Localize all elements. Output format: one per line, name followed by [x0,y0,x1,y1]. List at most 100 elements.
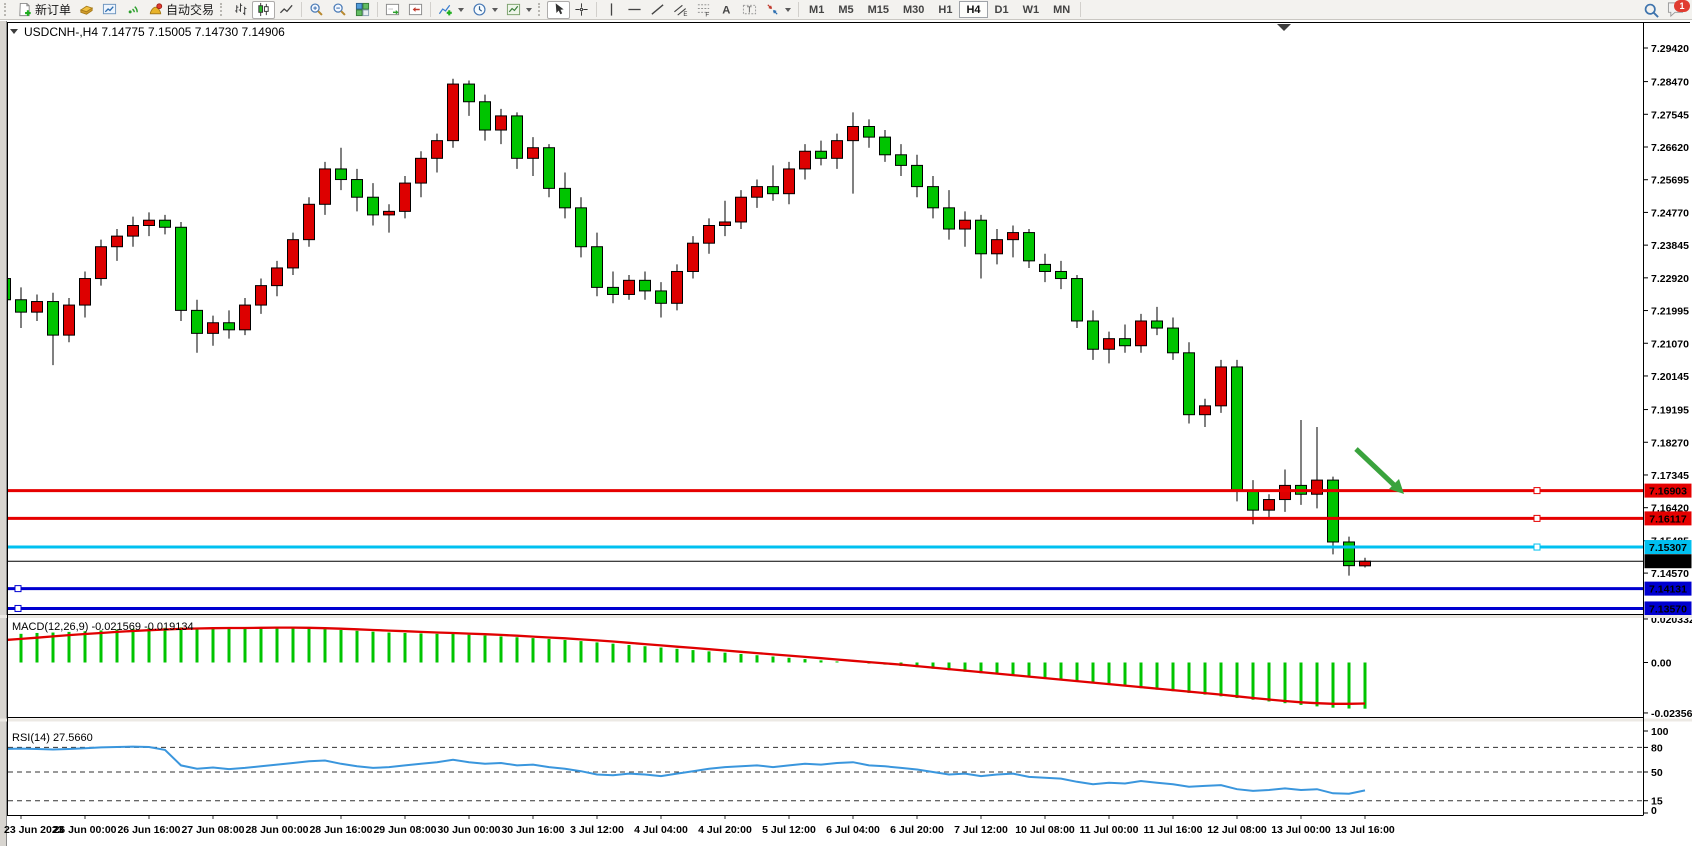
candle-bullish [1200,406,1211,415]
candle-bearish [1072,279,1083,321]
chart-publish-icon [102,2,117,17]
rsi-axis-label: 100 [1651,726,1669,738]
panel-splitter[interactable] [0,615,1692,618]
trendline-tool-button[interactable] [646,1,669,19]
cursor-icon [551,2,566,17]
rsi-indicator-label: RSI(14) 27.5660 [12,732,93,744]
candle-bullish [624,280,635,294]
candle-bearish [1168,328,1179,353]
time-axis-label: 6 Jul 20:00 [890,824,944,836]
candle-bearish [16,300,27,312]
candle-bearish [1040,264,1051,271]
chart-ohlc-title: USDCNH-,H4 7.14775 7.15005 7.14730 7.149… [24,25,285,39]
publish-chart-button[interactable] [98,1,121,19]
zoom-in-icon [309,2,324,17]
price-axis-label: 7.17345 [1651,470,1689,482]
tile-windows-icon [355,2,370,17]
auto-scroll-button[interactable] [381,1,404,19]
macd-indicator-label: MACD(12,26,9) -0.021569 -0.019134 [12,621,194,633]
chart-title-collapse-arrow[interactable] [10,29,18,34]
candle-bearish [1056,271,1067,278]
text-tool-button[interactable]: A [715,1,738,19]
rsi-layer [5,747,1643,801]
chat-button[interactable]: 1 [1666,1,1688,19]
horizontal-line-tool-button[interactable] [623,1,646,19]
price-axis-label: 7.14570 [1651,568,1689,580]
price-axis-label: 7.25695 [1651,175,1689,187]
rsi-axis-label: 0 [1651,805,1657,817]
candle-bearish [864,126,875,137]
tile-windows-button[interactable] [351,1,374,19]
channel-tool-button[interactable]: E [669,1,692,19]
label-tool-button[interactable]: T [738,1,761,19]
candle-bearish [912,165,923,186]
toolbar-separator [798,2,799,17]
candle-bullish [1264,500,1275,511]
price-axis-label: 7.19195 [1651,405,1689,417]
rsi-axis-label: 80 [1651,742,1663,754]
time-axis-label: 10 Jul 08:00 [1015,824,1075,836]
toolbar-right-cluster: 1 [1643,0,1688,20]
level-line-handle[interactable] [1534,488,1540,494]
timeframe-button-m1[interactable]: M1 [802,1,831,18]
crosshair-icon [574,2,589,17]
arrows-tool-icon [765,2,780,17]
arrows-tool-button[interactable] [761,1,795,19]
indicators-dropdown-caret [458,8,464,12]
bar-chart-icon [233,2,248,17]
indicators-button[interactable] [434,1,468,19]
new-order-button[interactable]: 新订单 [13,1,75,19]
search-icon[interactable] [1643,2,1660,19]
cursor-tool-button[interactable] [547,1,570,19]
market-watch-button[interactable] [75,1,98,19]
toolbar: 新订单 自动交易 [0,0,1692,20]
text-label-icon: T [742,2,757,17]
panel-splitter[interactable] [0,719,1692,722]
signals-button[interactable] [121,1,144,19]
timeframe-button-d1[interactable]: D1 [988,1,1016,18]
annotation-arrow-shaft[interactable] [1356,449,1394,485]
candle-bullish [448,84,459,141]
timeframe-button-m30[interactable]: M30 [896,1,931,18]
level-line-handle[interactable] [15,586,21,592]
chart-shift-button[interactable] [404,1,427,19]
bar-chart-mode-button[interactable] [229,1,252,19]
periods-button[interactable] [468,1,502,19]
timeframe-button-h4[interactable]: H4 [959,1,987,18]
vertical-line-tool-button[interactable] [600,1,623,19]
candle-bearish [368,197,379,215]
timeframe-button-m15[interactable]: M15 [861,1,896,18]
candle-bullish [400,183,411,211]
zoom-out-button[interactable] [328,1,351,19]
macd-axis-label: -0.023565 [1651,708,1692,720]
timeframe-button-m5[interactable]: M5 [831,1,860,18]
templates-dropdown-caret [526,8,532,12]
level-line-handle[interactable] [15,605,21,611]
timeframe-button-w1[interactable]: W1 [1016,1,1047,18]
candle-bullish [80,279,91,306]
macd-layer [5,627,1365,708]
candle-bearish [944,208,955,229]
zoom-in-button[interactable] [305,1,328,19]
line-chart-mode-button[interactable] [275,1,298,19]
templates-button[interactable] [502,1,536,19]
candle-bullish [1008,233,1019,240]
level-line-handle[interactable] [1534,544,1540,550]
candlestick-icon [256,2,271,17]
fibonacci-tool-button[interactable]: F [692,1,715,19]
trendline-icon [650,2,665,17]
candlestick-mode-button[interactable] [252,1,275,19]
time-axis-label: 3 Jul 12:00 [570,824,624,836]
candle-bearish [512,116,523,158]
crosshair-tool-button[interactable] [570,1,593,19]
timeframe-button-mn[interactable]: MN [1046,1,1077,18]
candle-bearish [592,247,603,288]
fibonacci-icon: F [696,2,711,17]
chart-shift-marker[interactable] [1277,24,1291,31]
time-axis-label: 26 Jun 00:00 [53,824,116,836]
level-line-handle[interactable] [1534,515,1540,521]
auto-trading-button[interactable]: 自动交易 [144,1,218,19]
time-axis-label: 6 Jul 04:00 [826,824,880,836]
timeframe-button-h1[interactable]: H1 [931,1,959,18]
chart-canvas[interactable]: 7.294207.284707.275457.266207.256957.247… [0,0,1692,846]
